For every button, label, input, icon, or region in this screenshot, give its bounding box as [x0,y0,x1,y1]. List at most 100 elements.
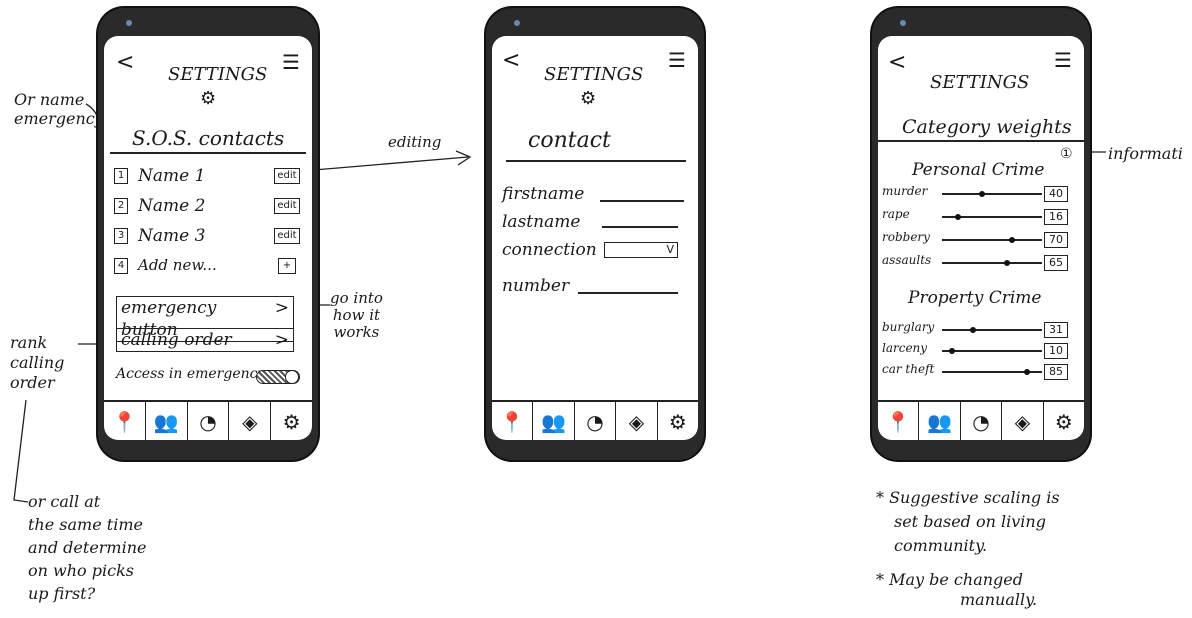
calling-order-link[interactable]: calling order > [116,328,294,352]
back-button[interactable]: < [502,48,520,73]
connection-label: connection [502,240,597,260]
diamond-icon[interactable]: ◈ [1002,402,1044,440]
annotation-line: or call at [28,492,101,511]
number-field[interactable] [578,292,678,294]
annotation-line: manually. [960,590,1038,609]
slider-row[interactable]: murder 40 [882,184,1082,207]
diamond-icon[interactable]: ◈ [616,402,658,440]
gear-icon[interactable]: ⚙ [1044,402,1084,440]
calling-order-label: calling order [121,330,232,350]
edit-button[interactable]: edit [274,198,300,214]
bottom-nav: 📍 👥 ◔ ◈ ⚙ [878,400,1084,440]
info-icon[interactable]: ① [1060,146,1073,162]
slider-row[interactable]: burglary 31 [882,320,1082,341]
people-icon[interactable]: 👥 [533,402,575,440]
connection-dropdown[interactable]: V [604,242,678,258]
property-sliders: burglary 31 larceny 10 car theft 85 [882,320,1082,390]
add-contact-row[interactable]: 4 Add new... + [114,256,304,276]
phone-3-screen: < ☰ SETTINGS Category weights ① Personal… [878,36,1084,440]
slider-value[interactable]: 85 [1044,364,1068,380]
slider-value[interactable]: 16 [1044,209,1068,225]
diamond-icon[interactable]: ◈ [229,402,272,440]
annotation-line: and determine [28,538,147,557]
slider-handle[interactable] [970,327,976,333]
access-emergency-toggle[interactable] [256,370,300,384]
slider-label: car theft [882,362,935,376]
slider-value[interactable]: 40 [1044,186,1068,202]
lastname-field[interactable] [602,226,678,228]
compass-icon[interactable]: ◔ [575,402,617,440]
contact-name: Name 3 [138,226,206,246]
contact-row[interactable]: 3 Name 3 edit [114,226,304,246]
map-pin-icon[interactable]: 📍 [878,402,920,440]
gear-icon: ⚙ [580,88,597,109]
gear-icon[interactable]: ⚙ [271,402,312,440]
people-icon[interactable]: 👥 [146,402,188,440]
annotation-line: * Suggestive scaling is [876,488,1060,507]
slider-handle[interactable] [1004,260,1010,266]
back-button[interactable]: < [116,50,134,75]
slider-value[interactable]: 10 [1044,343,1068,359]
slider-value[interactable]: 70 [1044,232,1068,248]
slider-label: larceny [882,341,928,355]
annotation-suggestive: * Suggestive scaling is set based on liv… [876,486,1060,558]
compass-icon[interactable]: ◔ [961,402,1003,440]
menu-icon[interactable]: ☰ [1054,48,1072,72]
personal-sliders: murder 40 rape 16 robbery 70 assaults 65 [882,184,1082,276]
annotation-line: community. [894,536,988,555]
property-crime-title: Property Crime [908,288,1042,308]
lastname-label: lastname [502,212,581,232]
people-icon[interactable]: 👥 [919,402,961,440]
bottom-nav: 📍 👥 ◔ ◈ ⚙ [104,400,312,440]
phone-2: < ☰ SETTINGS ⚙ contact firstname lastnam… [486,8,704,460]
slider-row[interactable]: larceny 10 [882,341,1082,362]
slider-track[interactable] [942,262,1042,264]
slider-value[interactable]: 31 [1044,322,1068,338]
slider-handle[interactable] [1009,237,1015,243]
contact-row[interactable]: 1 Name 1 edit [114,166,304,186]
slider-label: burglary [882,320,935,334]
back-button[interactable]: < [888,50,906,75]
map-pin-icon[interactable]: 📍 [104,402,146,440]
camera-dot [900,20,906,26]
slider-handle[interactable] [949,348,955,354]
slider-label: robbery [882,230,930,244]
slider-handle[interactable] [979,191,985,197]
edit-button[interactable]: edit [274,228,300,244]
access-emergency-label: Access in emergency [116,366,266,382]
firstname-field[interactable] [600,200,684,202]
slider-handle[interactable] [1024,369,1030,375]
slider-row[interactable]: rape 16 [882,207,1082,230]
annotation-line: * May be changed [876,570,1023,589]
edit-button[interactable]: edit [274,168,300,184]
contact-name: Name 1 [138,166,206,186]
slider-row[interactable]: assaults 65 [882,253,1082,276]
slider-row[interactable]: robbery 70 [882,230,1082,253]
slider-row[interactable]: car theft 85 [882,362,1082,383]
phone-3: < ☰ SETTINGS Category weights ① Personal… [872,8,1090,460]
add-new-label: Add new... [138,256,217,274]
annotation-or-call: or call at the same time and determine o… [28,490,147,605]
annotation-may-be-changed: * May be changed manually. [876,570,1037,610]
contact-row[interactable]: 2 Name 2 edit [114,196,304,216]
personal-crime-title: Personal Crime [912,160,1045,180]
add-button[interactable]: + [278,258,296,274]
contact-name: Name 2 [138,196,206,216]
slider-value[interactable]: 65 [1044,255,1068,271]
annotation-line: on who picks [28,561,134,580]
slider-track[interactable] [942,329,1042,331]
firstname-label: firstname [502,184,585,204]
compass-icon[interactable]: ◔ [188,402,230,440]
menu-icon[interactable]: ☰ [668,48,686,72]
page-title: SETTINGS [168,64,268,85]
phone-1: < ☰ SETTINGS ⚙ S.O.S. contacts 1 Name 1 … [98,8,318,460]
gear-icon[interactable]: ⚙ [658,402,698,440]
contact-heading: contact [528,128,611,153]
menu-icon[interactable]: ☰ [282,50,300,74]
slider-handle[interactable] [955,214,961,220]
slider-track[interactable] [942,239,1042,241]
slider-track[interactable] [942,350,1042,352]
slider-track[interactable] [942,193,1042,195]
page-title: SETTINGS [930,72,1030,93]
map-pin-icon[interactable]: 📍 [492,402,534,440]
